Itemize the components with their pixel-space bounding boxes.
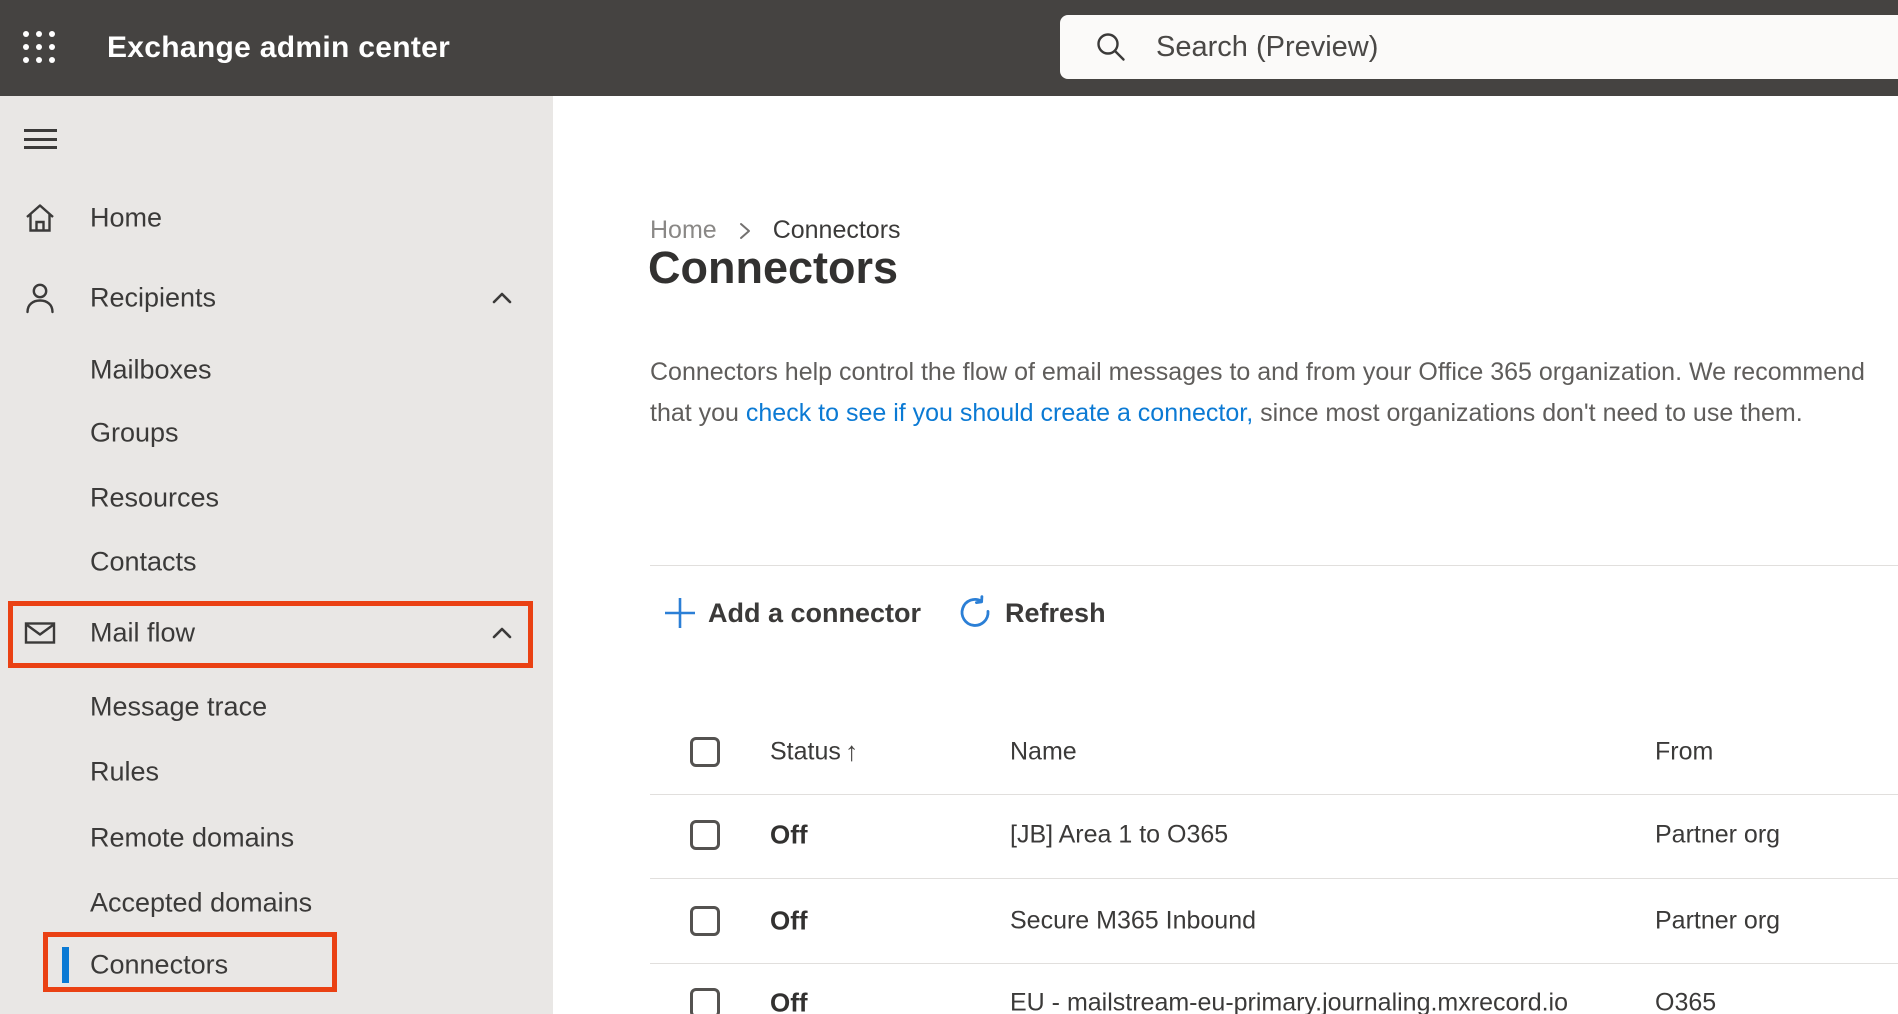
connector-name-cell[interactable]: [JB] Area 1 to O365: [1010, 821, 1228, 850]
plus-icon: [665, 598, 695, 628]
from-cell: Partner org: [1655, 906, 1781, 935]
sidebar-item-mail-flow[interactable]: Mail flow: [0, 605, 553, 661]
column-header-name[interactable]: Name: [1010, 738, 1077, 767]
table-row[interactable]: Off Secure M365 Inbound Partner org: [553, 893, 1898, 949]
chevron-up-icon: [492, 627, 512, 639]
sidebar-item-resources[interactable]: Resources: [0, 470, 553, 526]
row-checkbox[interactable]: [690, 906, 720, 936]
breadcrumb: Home Connectors: [650, 216, 901, 245]
chevron-up-icon: [492, 292, 512, 304]
sidebar-item-remote-domains[interactable]: Remote domains: [0, 810, 553, 866]
breadcrumb-current: Connectors: [772, 216, 901, 244]
command-toolbar: Add a connector Refresh: [650, 585, 1106, 641]
toolbar-top-divider: [650, 565, 1898, 566]
sort-ascending-icon[interactable]: ↑: [845, 737, 859, 768]
connector-name-cell[interactable]: Secure M365 Inbound: [1010, 907, 1256, 936]
refresh-icon: [960, 595, 990, 627]
header-divider: [650, 794, 1898, 795]
connector-name-cell[interactable]: EU - mailstream-eu-primary.journaling.mx…: [1010, 989, 1568, 1014]
table-header-row: Status ↑ Name From: [553, 724, 1898, 780]
search-box[interactable]: [1060, 15, 1898, 79]
column-header-from[interactable]: From: [1655, 738, 1713, 767]
top-bar: Exchange admin center: [0, 0, 1898, 96]
sidebar-item-contacts[interactable]: Contacts: [0, 534, 553, 590]
sidebar-item-connectors[interactable]: Connectors: [0, 937, 553, 993]
status-cell: Off: [770, 819, 808, 850]
status-cell: Off: [770, 905, 808, 936]
add-connector-button[interactable]: Add a connector: [650, 595, 921, 631]
sidebar-item-mailboxes[interactable]: Mailboxes: [0, 342, 553, 398]
sidebar-item-message-trace[interactable]: Message trace: [0, 679, 553, 735]
main-content: Home Connectors Connectors Connectors he…: [553, 96, 1898, 1014]
table-row[interactable]: Off [JB] Area 1 to O365 Partner org: [553, 807, 1898, 863]
sidebar-item-groups[interactable]: Groups: [0, 405, 553, 461]
sidebar-item-accepted-domains[interactable]: Accepted domains: [0, 875, 553, 931]
search-icon: [1097, 33, 1125, 61]
create-connector-check-link[interactable]: check to see if you should create a conn…: [746, 399, 1253, 427]
row-checkbox[interactable]: [690, 820, 720, 850]
app-title: Exchange admin center: [107, 31, 451, 64]
table-row[interactable]: Off EU - mailstream-eu-primary.journalin…: [553, 975, 1898, 1014]
person-icon: [26, 283, 54, 314]
select-all-checkbox[interactable]: [690, 737, 720, 767]
page-description: Connectors help control the flow of emai…: [650, 352, 1895, 434]
hamburger-menu-icon[interactable]: [24, 129, 57, 149]
refresh-button[interactable]: Refresh: [957, 595, 1106, 631]
status-cell: Off: [770, 987, 808, 1014]
sidebar-item-home[interactable]: Home: [0, 190, 553, 246]
sidebar-item-recipients[interactable]: Recipients: [0, 270, 553, 326]
home-icon: [26, 204, 54, 232]
column-header-status[interactable]: Status: [770, 738, 841, 767]
chevron-right-icon: [739, 222, 750, 239]
description-text-after: since most organizations don't need to u…: [1253, 399, 1803, 427]
app-launcher-icon[interactable]: [23, 31, 57, 65]
row-divider: [650, 878, 1898, 879]
mail-icon: [24, 622, 56, 644]
breadcrumb-home-link[interactable]: Home: [650, 216, 717, 245]
sidebar-nav: Home Recipients Mailboxes Groups Resourc…: [0, 96, 553, 1014]
page-title: Connectors: [648, 242, 899, 293]
search-input[interactable]: [1156, 30, 1898, 64]
sidebar-item-rules[interactable]: Rules: [0, 744, 553, 800]
row-checkbox[interactable]: [690, 988, 720, 1014]
from-cell: Partner org: [1655, 820, 1781, 849]
from-cell: O365: [1655, 988, 1717, 1014]
row-divider: [650, 963, 1898, 964]
